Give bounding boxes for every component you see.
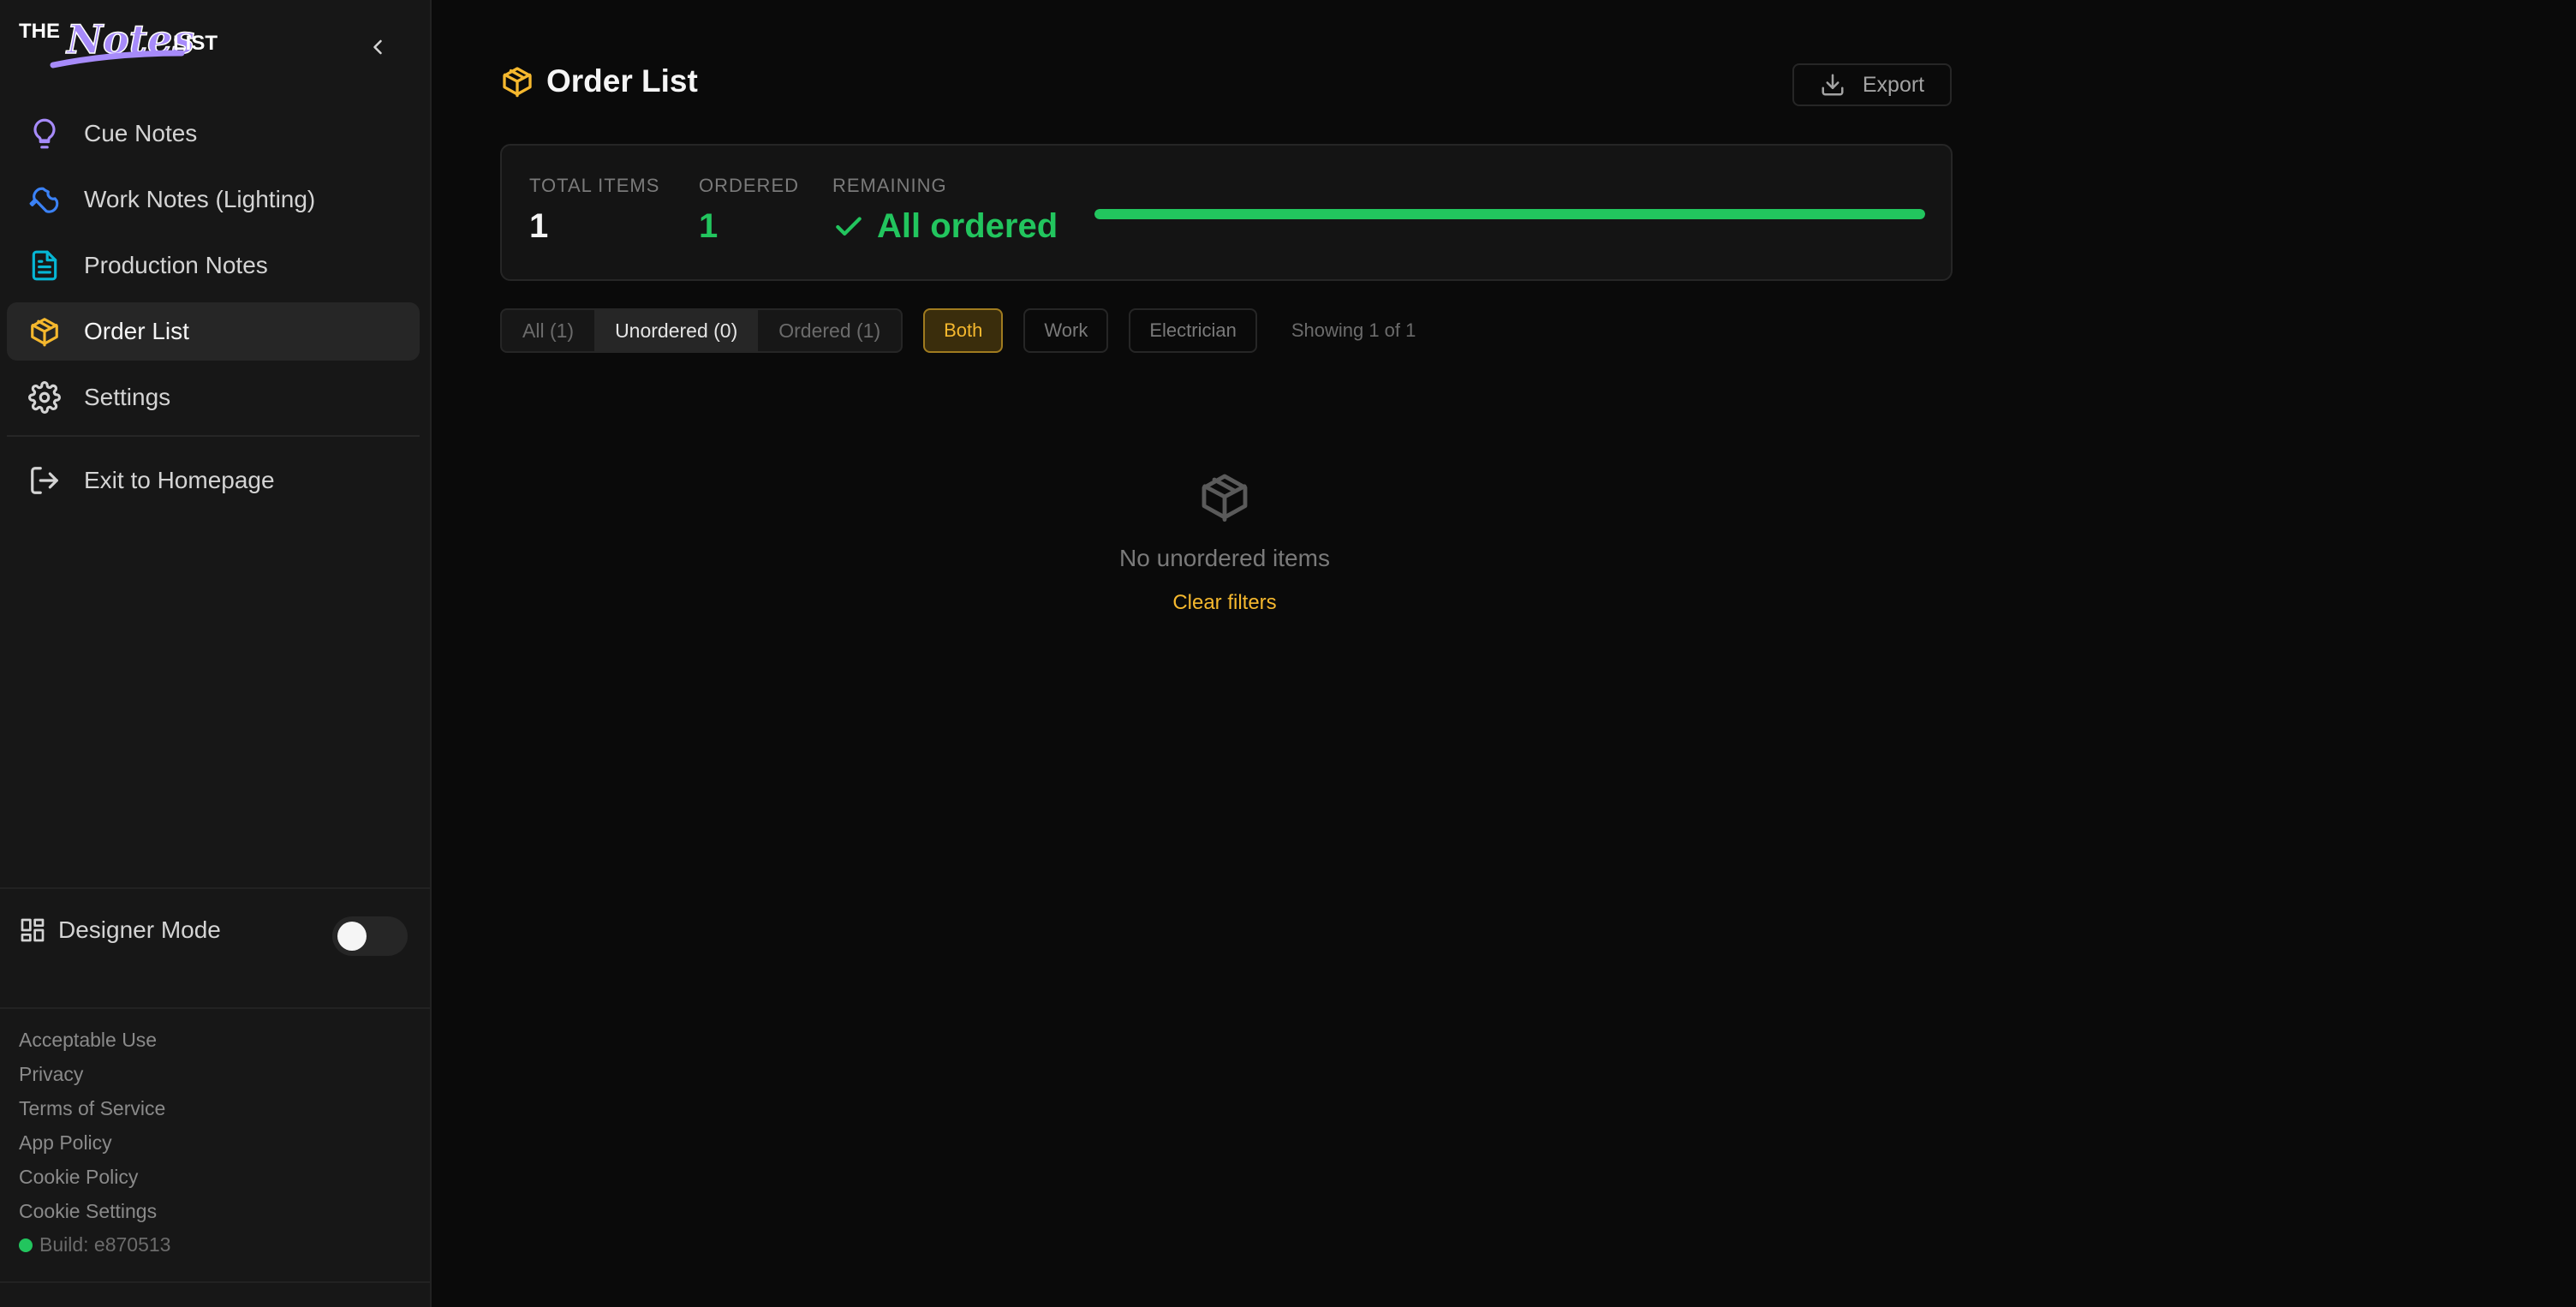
collapse-sidebar-button[interactable] xyxy=(360,29,396,65)
filter-unordered[interactable]: Unordered (0) xyxy=(594,310,759,351)
sidebar-nav: Cue Notes Work Notes (Lighting) Producti… xyxy=(7,104,420,517)
footer-link-cookie-policy[interactable]: Cookie Policy xyxy=(19,1160,165,1194)
nav-divider xyxy=(7,435,420,437)
app-logo[interactable]: THE Notes LIST xyxy=(19,15,242,75)
sidebar: THE Notes LIST Cue Notes Work Notes (Lig… xyxy=(0,0,432,1307)
stat-value: 1 xyxy=(699,207,719,245)
status-filter-group: All (1) Unordered (0) Ordered (1) xyxy=(500,308,903,353)
export-button[interactable]: Export xyxy=(1792,63,1952,106)
designer-mode-section: Designer Mode xyxy=(0,887,432,1009)
empty-state: No unordered items Clear filters xyxy=(1031,469,1418,615)
showing-count: Showing 1 of 1 xyxy=(1291,319,1416,341)
filter-ordered[interactable]: Ordered (1) xyxy=(758,310,901,351)
sidebar-item-settings[interactable]: Settings xyxy=(7,368,420,427)
sidebar-item-label: Exit to Homepage xyxy=(84,467,275,493)
build-info: Build: e870513 xyxy=(19,1233,170,1256)
designer-mode-label: Designer Mode xyxy=(19,916,221,944)
sidebar-item-production-notes[interactable]: Production Notes xyxy=(7,236,420,295)
filter-both[interactable]: Both xyxy=(923,308,1004,353)
footer-link-terms[interactable]: Terms of Service xyxy=(19,1091,165,1125)
stat-label: REMAINING xyxy=(832,175,947,196)
stat-label: TOTAL ITEMS xyxy=(529,175,660,196)
filter-all[interactable]: All (1) xyxy=(502,310,594,351)
export-label: Export xyxy=(1862,72,1925,97)
package-icon xyxy=(1197,469,1252,524)
footer-link-app-policy[interactable]: App Policy xyxy=(19,1125,165,1160)
logo-list: LIST xyxy=(173,32,218,55)
sidebar-item-label: Settings xyxy=(84,384,171,410)
build-text: Build: e870513 xyxy=(39,1233,171,1256)
order-stats-card: TOTAL ITEMS 1 ORDERED 1 REMAINING All or… xyxy=(500,144,1953,281)
exit-icon xyxy=(27,463,62,498)
package-icon xyxy=(27,314,62,349)
filter-work[interactable]: Work xyxy=(1023,308,1109,353)
footer-link-cookie-settings[interactable]: Cookie Settings xyxy=(19,1194,165,1228)
clear-filters-link[interactable]: Clear filters xyxy=(1172,591,1276,615)
remaining-text: All ordered xyxy=(877,207,1058,245)
status-dot-icon xyxy=(19,1238,33,1252)
filter-bar: All (1) Unordered (0) Ordered (1) Both W… xyxy=(500,308,1416,353)
stat-remaining: REMAINING All ordered xyxy=(832,175,1058,246)
download-icon xyxy=(1820,72,1846,98)
footer-link-privacy[interactable]: Privacy xyxy=(19,1057,165,1091)
logo-the: THE xyxy=(19,20,60,43)
stat-value: 1 xyxy=(529,207,549,245)
filter-electrician[interactable]: Electrician xyxy=(1129,308,1257,353)
footer-links: Acceptable Use Privacy Terms of Service … xyxy=(19,1023,165,1228)
sidebar-item-label: Cue Notes xyxy=(84,120,198,146)
check-icon xyxy=(832,211,865,243)
sidebar-item-cue-notes[interactable]: Cue Notes xyxy=(7,104,420,163)
wrench-icon xyxy=(27,182,62,217)
sidebar-item-label: Order List xyxy=(84,318,189,344)
sidebar-item-order-list[interactable]: Order List xyxy=(7,302,420,361)
empty-message: No unordered items xyxy=(1119,545,1330,571)
stat-value-remaining: All ordered xyxy=(832,207,1058,246)
sidebar-item-label: Production Notes xyxy=(84,252,268,278)
toggle-knob xyxy=(337,922,367,951)
chevron-left-icon xyxy=(373,39,382,55)
sidebar-item-exit[interactable]: Exit to Homepage xyxy=(7,451,420,510)
gear-icon xyxy=(27,380,62,415)
sidebar-item-label: Work Notes (Lighting) xyxy=(84,186,316,212)
lightbulb-icon xyxy=(27,116,62,151)
sidebar-bottom-divider xyxy=(0,1281,432,1283)
document-icon xyxy=(27,248,62,283)
page-header: Order List xyxy=(500,63,698,99)
designer-mode-toggle[interactable] xyxy=(332,916,408,956)
order-progress-bar xyxy=(1094,209,1925,219)
footer-link-acceptable-use[interactable]: Acceptable Use xyxy=(19,1023,165,1057)
stat-ordered: ORDERED 1 xyxy=(699,175,799,246)
stat-total-items: TOTAL ITEMS 1 xyxy=(529,175,659,246)
sidebar-item-work-notes[interactable]: Work Notes (Lighting) xyxy=(7,170,420,229)
package-icon xyxy=(500,64,534,98)
stat-label: ORDERED xyxy=(699,175,800,196)
page-title: Order List xyxy=(546,63,698,98)
progress-fill xyxy=(1094,209,1925,219)
designer-mode-text: Designer Mode xyxy=(58,916,221,943)
layout-grid-icon xyxy=(19,916,46,944)
